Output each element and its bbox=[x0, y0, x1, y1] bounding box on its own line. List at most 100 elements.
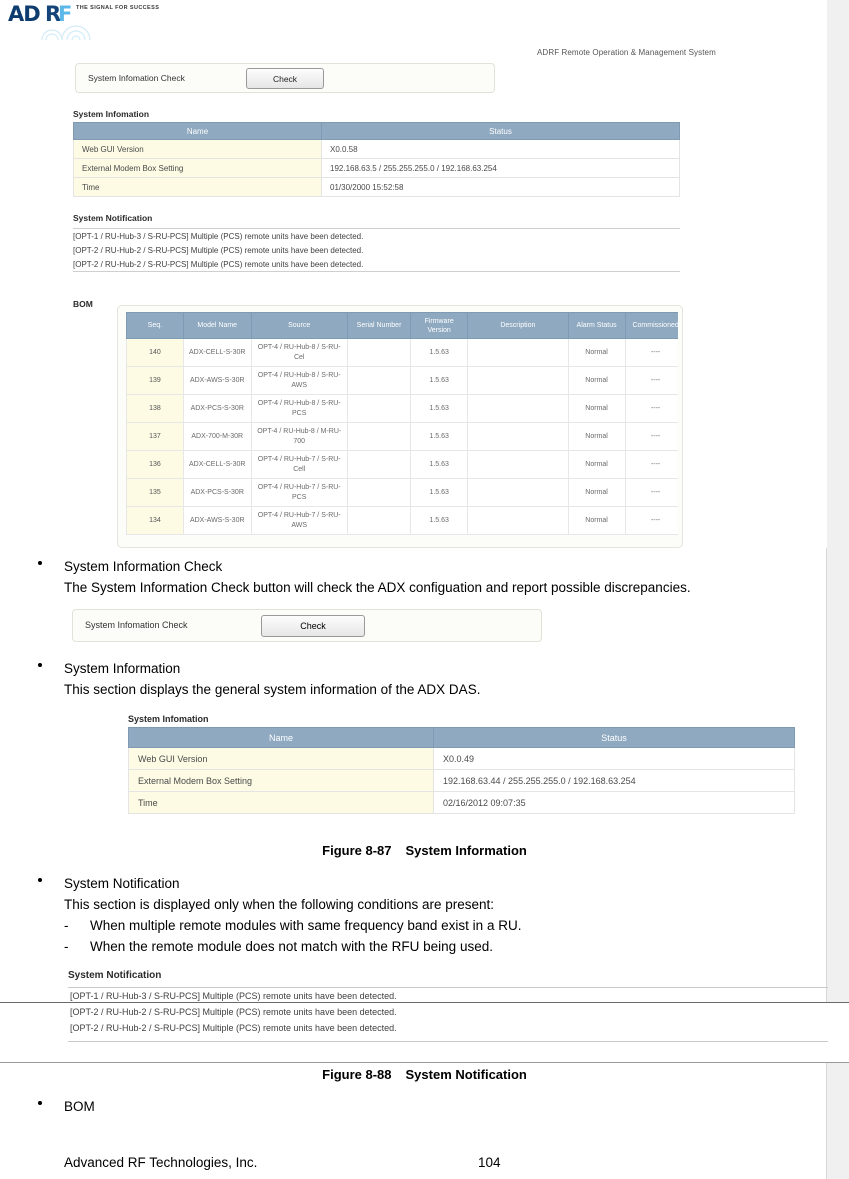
bom-cell-commissioned: ---- bbox=[624, 394, 678, 423]
bom-cell-serial bbox=[346, 450, 412, 479]
row-status: X0.0.49 bbox=[433, 747, 795, 770]
bom-cell-source: OPT-4 / RU-Hub-7 / S-RU-Cell bbox=[250, 450, 348, 479]
row-status: 192.168.63.44 / 255.255.255.0 / 192.168.… bbox=[433, 769, 795, 792]
table-header-row: Name Status bbox=[73, 122, 680, 140]
bom-cell-serial bbox=[346, 478, 412, 507]
column-header-name: Name bbox=[73, 122, 322, 140]
notification-line: [OPT-2 / RU-Hub-2 / S-RU-PCS] Multiple (… bbox=[70, 1007, 397, 1017]
column-header-status: Status bbox=[433, 727, 795, 748]
bom-cell-seq: 138 bbox=[126, 394, 184, 423]
figure-si-clip: Name Status Web GUI Version X0.0.49 Exte… bbox=[128, 727, 795, 818]
bom-col-model-name: Model Name bbox=[182, 312, 252, 339]
logo-tagline: THE SIGNAL FOR SUCCESS bbox=[76, 5, 160, 11]
figure-si-heading: System Infomation bbox=[128, 714, 209, 724]
manual-page: AD R F THE SIGNAL FOR SUCCESS ADRF Remot… bbox=[0, 0, 849, 1179]
logo-wave-icon bbox=[41, 25, 91, 41]
check-button[interactable]: Check bbox=[246, 68, 324, 89]
condition-item-1: - When multiple remote modules with same… bbox=[0, 915, 849, 936]
row-name: Time bbox=[128, 791, 434, 814]
bom-cell-seq: 140 bbox=[126, 338, 184, 367]
footer-rule-top bbox=[0, 1002, 849, 1003]
bom-cell-model: ADX-700-M-30R bbox=[182, 422, 252, 451]
table-header-row: Name Status bbox=[128, 727, 795, 748]
notification-line: [OPT-2 / RU-Hub-2 / S-RU-PCS] Multiple (… bbox=[70, 1023, 397, 1033]
row-status: 02/16/2012 09:07:35 bbox=[433, 791, 795, 814]
condition-text: When the remote module does not match wi… bbox=[90, 939, 493, 954]
bom-cell-firmware: 1.5.63 bbox=[410, 478, 469, 507]
bom-cell-serial bbox=[346, 338, 412, 367]
condition-text: When multiple remote modules with same f… bbox=[90, 918, 522, 933]
bom-scroll-area[interactable]: Seq. Model Name Source Serial Number Fir… bbox=[126, 312, 678, 544]
bom-cell-description bbox=[467, 366, 569, 395]
bom-cell-firmware: 1.5.63 bbox=[410, 366, 469, 395]
bom-col-source: Source bbox=[250, 312, 348, 339]
bom-cell-firmware: 1.5.63 bbox=[410, 394, 469, 423]
table-row: Web GUI Version X0.0.58 bbox=[73, 139, 680, 159]
bom-cell-source: OPT-4 / RU-Hub-8 / S-RU-AWS bbox=[250, 366, 348, 395]
condition-item-2: - When the remote module does not match … bbox=[0, 936, 849, 957]
figure-nt-heading: System Notification bbox=[68, 970, 162, 981]
bom-cell-alarm: Normal bbox=[567, 506, 626, 535]
bom-cell-seq: 136 bbox=[126, 450, 184, 479]
bom-header-row: Seq. Model Name Source Serial Number Fir… bbox=[126, 312, 678, 339]
document-body: System Information Check The System Info… bbox=[0, 548, 849, 1117]
bullet-system-information: System Information bbox=[0, 658, 849, 679]
bom-cell-description bbox=[467, 394, 569, 423]
bom-cell-firmware: 1.5.63 bbox=[410, 506, 469, 535]
figure-system-notification: System Notification [OPT-1 / RU-Hub-3 / … bbox=[68, 970, 828, 1042]
adrf-logo: AD R F THE SIGNAL FOR SUCCESS bbox=[8, 2, 160, 41]
bom-cell-firmware: 1.5.63 bbox=[410, 338, 469, 367]
bom-col-firmware-version: Firmware Version bbox=[410, 312, 469, 339]
figure-check-button[interactable]: Check bbox=[261, 615, 365, 637]
bom-cell-alarm: Normal bbox=[567, 450, 626, 479]
bom-cell-description bbox=[467, 450, 569, 479]
footer-company: Advanced RF Technologies, Inc. bbox=[64, 1155, 258, 1170]
table-row: Web GUI Version X0.0.49 bbox=[128, 747, 795, 770]
table-row: External Modem Box Setting 192.168.63.5 … bbox=[73, 158, 680, 178]
bom-cell-firmware: 1.5.63 bbox=[410, 450, 469, 479]
bom-cell-source: OPT-4 / RU-Hub-7 / S-RU-PCS bbox=[250, 478, 348, 507]
table-row: 136 ADX-CELL-S-30R OPT-4 / RU-Hub-7 / S-… bbox=[126, 450, 678, 479]
bom-cell-seq: 134 bbox=[126, 506, 184, 535]
bom-cell-description bbox=[467, 478, 569, 507]
bullet-bom: BOM bbox=[0, 1096, 849, 1117]
heading-system-notification: System Notification bbox=[64, 876, 180, 891]
system-information-heading: System Infomation bbox=[73, 109, 150, 119]
bom-cell-model: ADX-PCS-S-30R bbox=[182, 394, 252, 423]
bom-body: 140 ADX-CELL-S-30R OPT-4 / RU-Hub-8 / S-… bbox=[126, 338, 678, 535]
bom-cell-serial bbox=[346, 422, 412, 451]
row-name: External Modem Box Setting bbox=[128, 769, 434, 792]
figure-si-table: Name Status Web GUI Version X0.0.49 Exte… bbox=[128, 727, 795, 814]
para-system-notification: This section is displayed only when the … bbox=[64, 897, 494, 912]
heading-system-information: System Information bbox=[64, 661, 181, 676]
bom-cell-description bbox=[467, 338, 569, 367]
row-name: Web GUI Version bbox=[128, 747, 434, 770]
bom-cell-alarm: Normal bbox=[567, 366, 626, 395]
bom-col-description: Description bbox=[467, 312, 569, 339]
column-header-name: Name bbox=[128, 727, 434, 748]
table-row: 134 ADX-AWS-S-30R OPT-4 / RU-Hub-7 / S-R… bbox=[126, 506, 678, 535]
bom-col-seq: Seq. bbox=[126, 312, 184, 339]
bom-cell-commissioned: ---- bbox=[624, 478, 678, 507]
bom-cell-model: ADX-AWS-S-30R bbox=[182, 366, 252, 395]
figure-number: Figure 8-87 bbox=[322, 843, 392, 858]
bom-cell-firmware: 1.5.63 bbox=[410, 422, 469, 451]
bom-cell-source: OPT-4 / RU-Hub-8 / S-RU-PCS bbox=[250, 394, 348, 423]
table-row: 139 ADX-AWS-S-30R OPT-4 / RU-Hub-8 / S-R… bbox=[126, 366, 678, 395]
row-status: 01/30/2000 15:52:58 bbox=[321, 177, 680, 197]
figure-check-label: System Infomation Check bbox=[85, 620, 188, 630]
screenshot-region: AD R F THE SIGNAL FOR SUCCESS ADRF Remot… bbox=[0, 0, 827, 548]
dash-icon: - bbox=[64, 918, 69, 933]
bom-cell-seq: 135 bbox=[126, 478, 184, 507]
figure-nt-rule-bottom bbox=[68, 1041, 828, 1042]
bom-cell-model: ADX-CELL-S-30R bbox=[182, 450, 252, 479]
bom-cell-alarm: Normal bbox=[567, 394, 626, 423]
bom-cell-description bbox=[467, 506, 569, 535]
bullet-system-notification: System Notification bbox=[0, 873, 849, 894]
bullet-icon bbox=[38, 561, 42, 565]
row-name: Time bbox=[73, 177, 322, 197]
bom-cell-seq: 137 bbox=[126, 422, 184, 451]
bom-cell-serial bbox=[346, 366, 412, 395]
bom-panel: Seq. Model Name Source Serial Number Fir… bbox=[117, 305, 683, 548]
bom-cell-commissioned: ---- bbox=[624, 422, 678, 451]
